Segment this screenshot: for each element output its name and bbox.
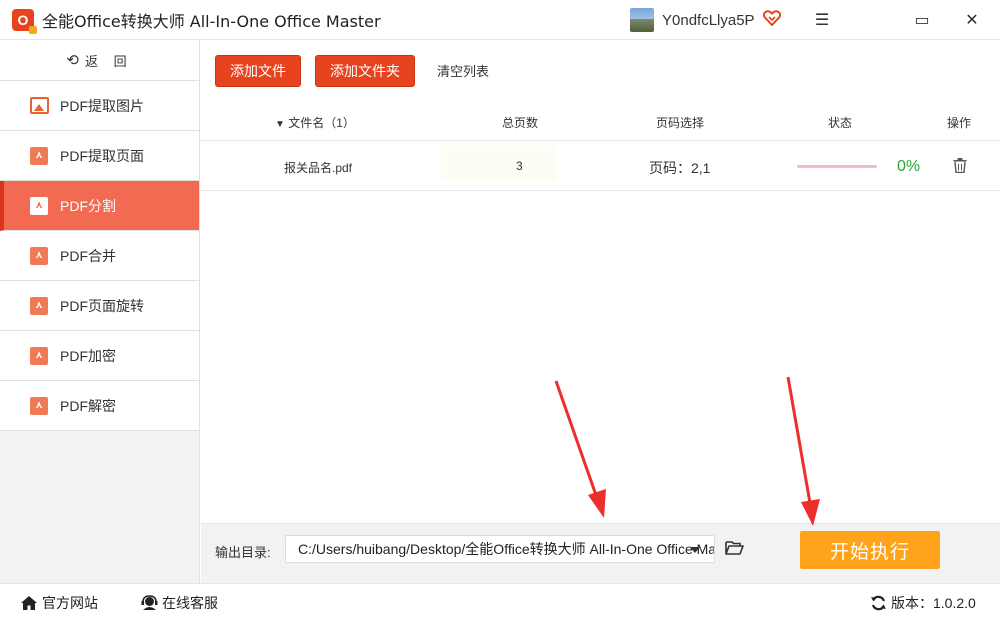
username[interactable]: Y0ndfcLlya5P xyxy=(662,12,755,29)
pdf-icon: ⋏ xyxy=(30,196,48,215)
chevron-down-icon xyxy=(690,547,700,553)
column-header-status: 状态 xyxy=(828,116,853,130)
pdf-icon: ⋏ xyxy=(30,246,48,265)
column-header-filename[interactable]: ▼ 文件名（1） xyxy=(275,114,355,131)
app-logo: O xyxy=(12,8,37,34)
official-website-link[interactable]: 官方网站 xyxy=(20,593,98,613)
sidebar: ⟲ 返 回 PDF提取图片 ⋏ PDF提取页面 ⋏ PDF分割 ⋏ PDF合并 … xyxy=(0,40,200,583)
version-label: 版本：1.0.2.0 xyxy=(891,595,976,611)
sidebar-item-label: PDF合并 xyxy=(60,247,116,264)
home-icon xyxy=(21,596,37,610)
main-panel: 添加文件 添加文件夹 清空列表 ▼ 文件名（1） 总页数 页码选择 状态 操作 … xyxy=(201,40,1000,583)
online-support-label: 在线客服 xyxy=(162,595,218,611)
file-name: 报关品名.pdf xyxy=(284,161,353,175)
sidebar-item-pdf-extract-pages[interactable]: ⋏ PDF提取页面 xyxy=(0,131,199,181)
vip-heart-icon[interactable] xyxy=(762,9,781,31)
sort-caret-icon: ▼ xyxy=(275,119,285,130)
sidebar-item-label: PDF解密 xyxy=(60,397,116,414)
sidebar-item-label: PDF提取页面 xyxy=(60,147,144,164)
online-support-link[interactable]: 在线客服 xyxy=(141,593,218,613)
table-header: ▼ 文件名（1） 总页数 页码选择 状态 操作 xyxy=(201,101,1000,141)
total-pages-cell xyxy=(441,145,557,181)
column-header-actions: 操作 xyxy=(947,116,972,130)
maximize-icon[interactable]: ▭ xyxy=(912,10,932,30)
page-select-input[interactable]: 页码：2,1 xyxy=(649,158,710,178)
version-info[interactable]: 版本：1.0.2.0 xyxy=(870,593,976,613)
sidebar-item-pdf-decrypt[interactable]: ⋏ PDF解密 xyxy=(0,381,199,431)
refresh-icon xyxy=(871,595,886,611)
progress-bar xyxy=(797,165,877,168)
output-bar: 输出目录: C:/Users/huibang/Desktop/全能Office转… xyxy=(201,523,1000,583)
back-arrow-icon: ⟲ xyxy=(66,52,79,69)
title-bar: O 全能Office转换大师 All-In-One Office Master … xyxy=(0,0,1000,40)
output-dir-path: C:/Users/huibang/Desktop/全能Office转换大师 Al… xyxy=(298,541,715,557)
add-file-button[interactable]: 添加文件 xyxy=(215,54,301,87)
sidebar-item-label: PDF加密 xyxy=(60,347,116,364)
sidebar-item-pdf-extract-images[interactable]: PDF提取图片 xyxy=(0,81,199,131)
official-website-label: 官方网站 xyxy=(42,595,98,611)
sidebar-item-pdf-split[interactable]: ⋏ PDF分割 xyxy=(0,181,199,231)
column-header-page-select: 页码选择 xyxy=(656,116,705,130)
close-icon[interactable]: ✕ xyxy=(962,10,982,30)
add-folder-button[interactable]: 添加文件夹 xyxy=(315,54,415,87)
sidebar-item-label: PDF页面旋转 xyxy=(60,297,144,314)
pdf-icon: ⋏ xyxy=(30,346,48,365)
trash-icon[interactable] xyxy=(953,158,967,174)
folder-open-icon[interactable] xyxy=(725,540,744,555)
back-button[interactable]: ⟲ 返 回 xyxy=(0,40,199,81)
total-pages: 3 xyxy=(516,159,523,173)
column-header-filename-label: 文件名（1） xyxy=(288,116,355,130)
image-icon xyxy=(30,97,49,114)
sidebar-item-pdf-encrypt[interactable]: ⋏ PDF加密 xyxy=(0,331,199,381)
sidebar-item-label: PDF提取图片 xyxy=(60,97,144,114)
status-bar: 官方网站 在线客服 版本：1.0.2.0 xyxy=(0,583,1000,617)
user-area[interactable]: Y0ndfcLlya5P xyxy=(630,8,781,32)
sidebar-item-label: PDF分割 xyxy=(60,197,116,214)
column-header-total-pages: 总页数 xyxy=(502,116,539,130)
headset-icon xyxy=(141,595,158,610)
pdf-icon: ⋏ xyxy=(30,146,48,165)
sidebar-item-pdf-merge[interactable]: ⋏ PDF合并 xyxy=(0,231,199,281)
pdf-icon: ⋏ xyxy=(30,396,48,415)
avatar[interactable] xyxy=(630,8,654,32)
table-row: 报关品名.pdf 3 页码：2,1 0% xyxy=(201,141,1000,191)
pdf-icon: ⋏ xyxy=(30,296,48,315)
output-dir-label: 输出目录: xyxy=(215,545,271,560)
window-title: 全能Office转换大师 All-In-One Office Master xyxy=(42,11,381,31)
start-button[interactable]: 开始执行 xyxy=(800,531,940,569)
progress-percent: 0% xyxy=(897,158,921,175)
back-label: 返 回 xyxy=(84,53,133,69)
sidebar-item-pdf-rotate[interactable]: ⋏ PDF页面旋转 xyxy=(0,281,199,331)
clear-list-button[interactable]: 清空列表 xyxy=(437,61,489,80)
toolbar: 添加文件 添加文件夹 清空列表 xyxy=(201,40,1000,101)
menu-icon[interactable]: ☰ xyxy=(812,10,832,30)
output-dir-select[interactable]: C:/Users/huibang/Desktop/全能Office转换大师 Al… xyxy=(285,535,715,563)
